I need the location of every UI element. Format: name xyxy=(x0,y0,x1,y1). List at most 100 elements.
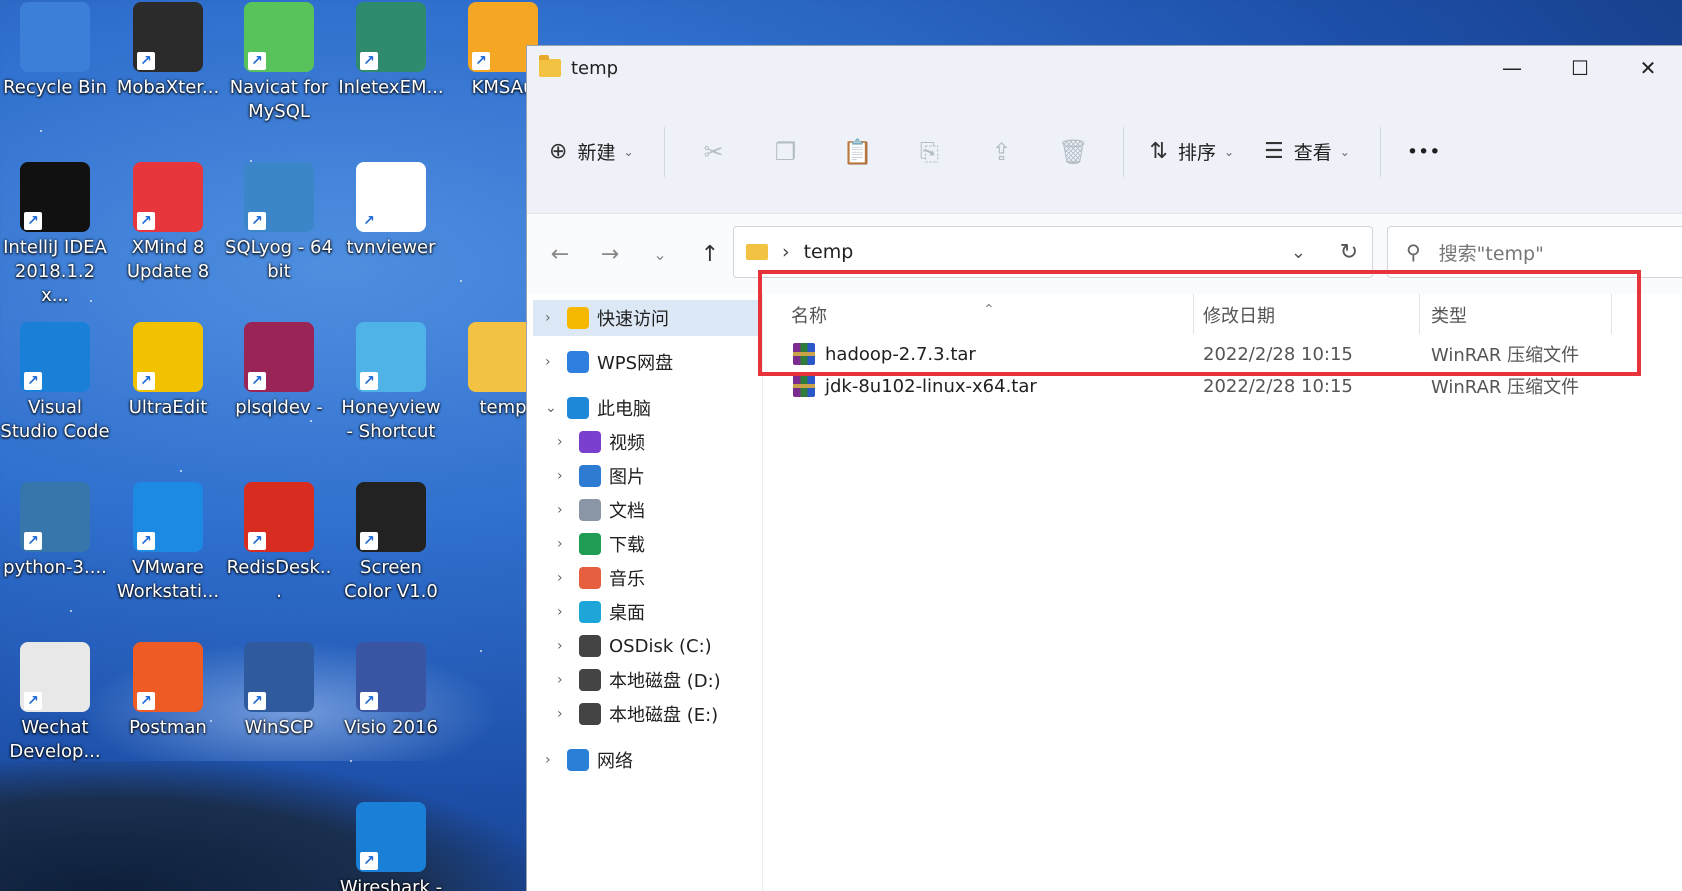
sidebar-item[interactable]: › 本地磁盘 (E:) xyxy=(533,696,762,732)
minimize-button[interactable]: — xyxy=(1478,46,1546,90)
desktop-shortcut[interactable]: ↗ XMind 8 Update 8 xyxy=(113,162,223,284)
desktop-shortcut[interactable]: ↗ Navicat for MySQL xyxy=(224,2,334,124)
copy-icon[interactable]: ❐ xyxy=(763,138,809,166)
desktop-shortcut[interactable]: ↗ Honeyview - Shortcut xyxy=(336,322,446,444)
sidebar-item-label: 此电脑 xyxy=(597,399,651,420)
sidebar-item[interactable]: › WPS网盘 xyxy=(533,344,762,380)
shortcut-arrow-icon: ↗ xyxy=(360,852,378,870)
recent-locations-chevron-icon[interactable]: ⌄ xyxy=(635,245,685,264)
desktop-shortcut-label: Screen Color V1.0 xyxy=(344,557,438,602)
paste-icon[interactable]: 📋 xyxy=(835,138,881,166)
chevron-right-icon[interactable]: › xyxy=(545,752,551,768)
title-bar[interactable]: temp — ☐ ✕ xyxy=(527,46,1682,90)
desktop-shortcut[interactable]: ↗ MobaXter... xyxy=(113,2,223,100)
chevron-down-icon[interactable]: ⌄ xyxy=(545,400,557,416)
desktop-shortcut[interactable]: ↗ UltraEdit xyxy=(113,322,223,420)
close-button[interactable]: ✕ xyxy=(1614,46,1682,90)
navicat-icon: ↗ xyxy=(244,2,314,72)
sort-button[interactable]: ⇅ 排序 ⌄ xyxy=(1150,138,1235,165)
sidebar-item[interactable]: ⌄ 此电脑 xyxy=(533,390,762,426)
shortcut-arrow-icon: ↗ xyxy=(137,692,155,710)
desktop-shortcut[interactable]: ↗ InletexEM... xyxy=(336,2,446,100)
desktop-shortcut-label: VMware Workstati... xyxy=(116,557,220,602)
desktop-shortcut[interactable]: ↗ Postman xyxy=(113,642,223,740)
sidebar-item[interactable]: › 音乐 xyxy=(533,560,762,596)
chevron-right-icon[interactable]: › xyxy=(557,672,563,688)
toolbar-divider xyxy=(1122,126,1124,177)
desktop-shortcut[interactable]: ↗ RedisDesk... xyxy=(224,482,334,604)
sidebar-item-label: WPS网盘 xyxy=(597,353,674,374)
rename-icon[interactable]: ⎘ xyxy=(907,138,953,166)
sidebar-item[interactable]: › 本地磁盘 (D:) xyxy=(533,662,762,698)
desktop-shortcut[interactable]: ↗ IntelliJ IDEA 2018.1.2 x... xyxy=(0,162,110,308)
chevron-right-icon[interactable]: › xyxy=(545,310,551,326)
shortcut-arrow-icon: ↗ xyxy=(24,532,42,550)
shortcut-arrow-icon: ↗ xyxy=(248,212,266,230)
sidebar-item[interactable]: › 快速访问 xyxy=(533,300,762,336)
sidebar-item[interactable]: › 网络 xyxy=(533,742,762,778)
sidebar-item-label: 网络 xyxy=(597,751,633,772)
shortcut-arrow-icon: ↗ xyxy=(137,52,155,70)
sidebar-item-label: 下载 xyxy=(609,535,645,556)
chevron-right-icon[interactable]: › xyxy=(557,706,563,722)
file-type: WinRAR 压缩文件 xyxy=(1431,377,1580,398)
maximize-button[interactable]: ☐ xyxy=(1546,46,1614,90)
desktop-shortcut[interactable]: ↗ VMware Workstati... xyxy=(113,482,223,604)
shortcut-arrow-icon: ↗ xyxy=(137,212,155,230)
desktop-shortcut[interactable]: ↗ Wechat Develop... xyxy=(0,642,110,764)
chevron-right-icon[interactable]: › xyxy=(545,354,551,370)
desktop-shortcut[interactable]: ↗ SQLyog - 64 bit xyxy=(224,162,334,284)
forward-arrow-icon[interactable]: → xyxy=(585,242,635,267)
new-label: 新建 xyxy=(577,142,616,164)
sidebar-item[interactable]: › 文档 xyxy=(533,492,762,528)
desktop-shortcut[interactable]: ↗ Visual Studio Code xyxy=(0,322,110,444)
address-dropdown-icon[interactable]: ⌄ xyxy=(1291,242,1306,263)
sidebar-item[interactable]: › OSDisk (C:) xyxy=(533,628,762,664)
more-options-button[interactable]: ••• xyxy=(1407,141,1441,163)
desktop-shortcut[interactable]: ↗ WinSCP xyxy=(224,642,334,740)
breadcrumb-temp[interactable]: temp xyxy=(804,241,854,263)
refresh-icon[interactable]: ↻ xyxy=(1340,240,1358,265)
chevron-right-icon[interactable]: › xyxy=(557,502,563,518)
cut-icon[interactable]: ✂ xyxy=(691,138,737,166)
chevron-right-icon[interactable]: › xyxy=(557,570,563,586)
desktop-shortcut[interactable]: ↗ python-3.... xyxy=(0,482,110,580)
toolbar-divider xyxy=(663,126,665,177)
desktop-shortcut-label: IntelliJ IDEA 2018.1.2 x... xyxy=(3,237,107,306)
shortcut-arrow-icon: ↗ xyxy=(360,212,378,230)
sidebar-item[interactable]: › 桌面 xyxy=(533,594,762,630)
sidebar-item-label: 快速访问 xyxy=(597,309,669,330)
sidebar-item[interactable]: › 下载 xyxy=(533,526,762,562)
new-button[interactable]: ⊕ 新建 ⌄ xyxy=(549,138,634,165)
view-button[interactable]: ☰ 查看 ⌄ xyxy=(1264,138,1350,165)
desktop-shortcut[interactable]: ↗ Wireshark - xyxy=(336,802,446,891)
desktop-shortcut[interactable]: ↗ Visio 2016 xyxy=(336,642,446,740)
file-modified: 2022/2/28 10:15 xyxy=(1203,375,1353,397)
window-title: temp xyxy=(571,57,619,79)
back-arrow-icon[interactable]: ← xyxy=(535,242,585,267)
sidebar-item[interactable]: › 视频 xyxy=(533,424,762,460)
chevron-right-icon[interactable]: › xyxy=(557,604,563,620)
sidebar-item-label: 音乐 xyxy=(609,569,645,590)
desktop-shortcut-label: RedisDesk... xyxy=(226,557,332,602)
redis-icon: ↗ xyxy=(244,482,314,552)
desktop-shortcut[interactable]: ↗ tvnviewer xyxy=(336,162,446,260)
desktop-shortcut-label: XMind 8 Update 8 xyxy=(126,237,210,282)
chevron-right-icon[interactable]: › xyxy=(557,468,563,484)
explorer-window: temp — ☐ ✕ ⊕ 新建 ⌄ ✂ ❐ 📋 ⎘ ⇪ 🗑 ⇅ 排序 ⌄ ☰ 查… xyxy=(526,45,1682,891)
delete-icon[interactable]: 🗑 xyxy=(1051,138,1097,166)
sort-label: 排序 xyxy=(1177,142,1216,164)
sidebar-item-label: OSDisk (C:) xyxy=(609,635,712,657)
chevron-right-icon[interactable]: › xyxy=(557,434,563,450)
chevron-right-icon[interactable]: › xyxy=(557,638,563,654)
sidebar-item-label: 视频 xyxy=(609,433,645,454)
share-icon[interactable]: ⇪ xyxy=(979,138,1025,166)
sidebar-item[interactable]: › 图片 xyxy=(533,458,762,494)
chevron-right-icon[interactable]: › xyxy=(557,536,563,552)
desktop-shortcut[interactable]: ↗ plsqldev - xyxy=(224,322,334,420)
desktop-shortcut[interactable]: ↗ Screen Color V1.0 xyxy=(336,482,446,604)
shortcut-arrow-icon: ↗ xyxy=(24,212,42,230)
video-icon xyxy=(579,431,601,453)
up-arrow-icon[interactable]: ↑ xyxy=(685,242,735,267)
desktop-shortcut[interactable]: Recycle Bin xyxy=(0,2,110,100)
